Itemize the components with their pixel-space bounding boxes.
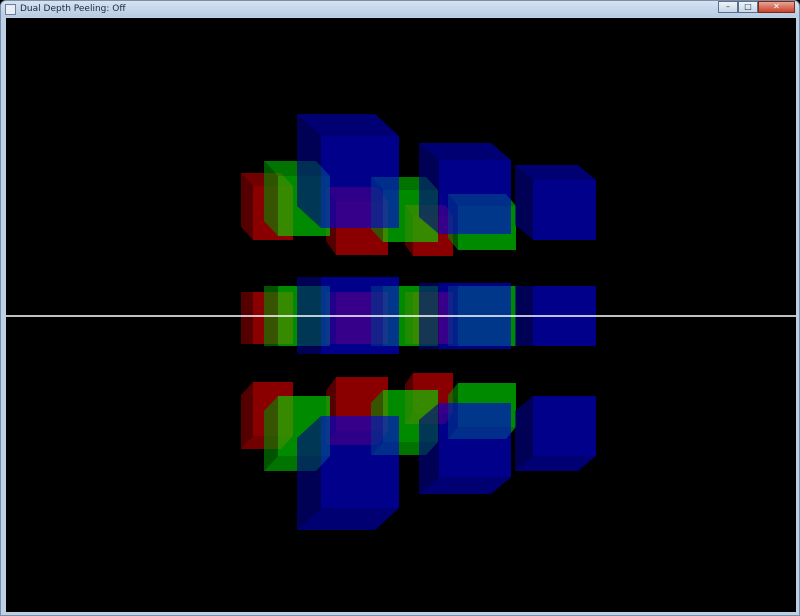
window-title: Dual Depth Peeling: Off	[20, 4, 126, 14]
cube-blue	[419, 403, 511, 494]
cube-front-face	[439, 160, 511, 234]
app-window: Dual Depth Peeling: Off – □ ✕	[0, 0, 800, 616]
cube-blue	[297, 416, 399, 530]
render-viewport[interactable]	[6, 18, 796, 612]
app-window-icon[interactable]	[5, 3, 16, 15]
cube-blue	[515, 165, 596, 240]
cube-front-face	[533, 396, 596, 456]
cube-blue	[515, 396, 596, 471]
cube-layer-upper	[241, 114, 596, 256]
cube-side-face	[241, 292, 253, 344]
cube-blue	[297, 114, 399, 228]
close-button[interactable]: ✕	[758, 1, 795, 13]
minimize-button[interactable]: –	[718, 1, 738, 13]
cube-layer-lower	[241, 373, 596, 530]
maximize-button[interactable]: □	[738, 1, 758, 13]
cube-front-face	[321, 416, 399, 508]
caption-buttons: – □ ✕	[718, 1, 795, 13]
scene-canvas	[6, 114, 796, 530]
cube-front-face	[533, 180, 596, 240]
cube-front-face	[439, 403, 511, 477]
title-bar[interactable]: Dual Depth Peeling: Off – □ ✕	[1, 1, 799, 17]
cube-blue	[419, 143, 511, 234]
cube-front-face	[321, 136, 399, 228]
